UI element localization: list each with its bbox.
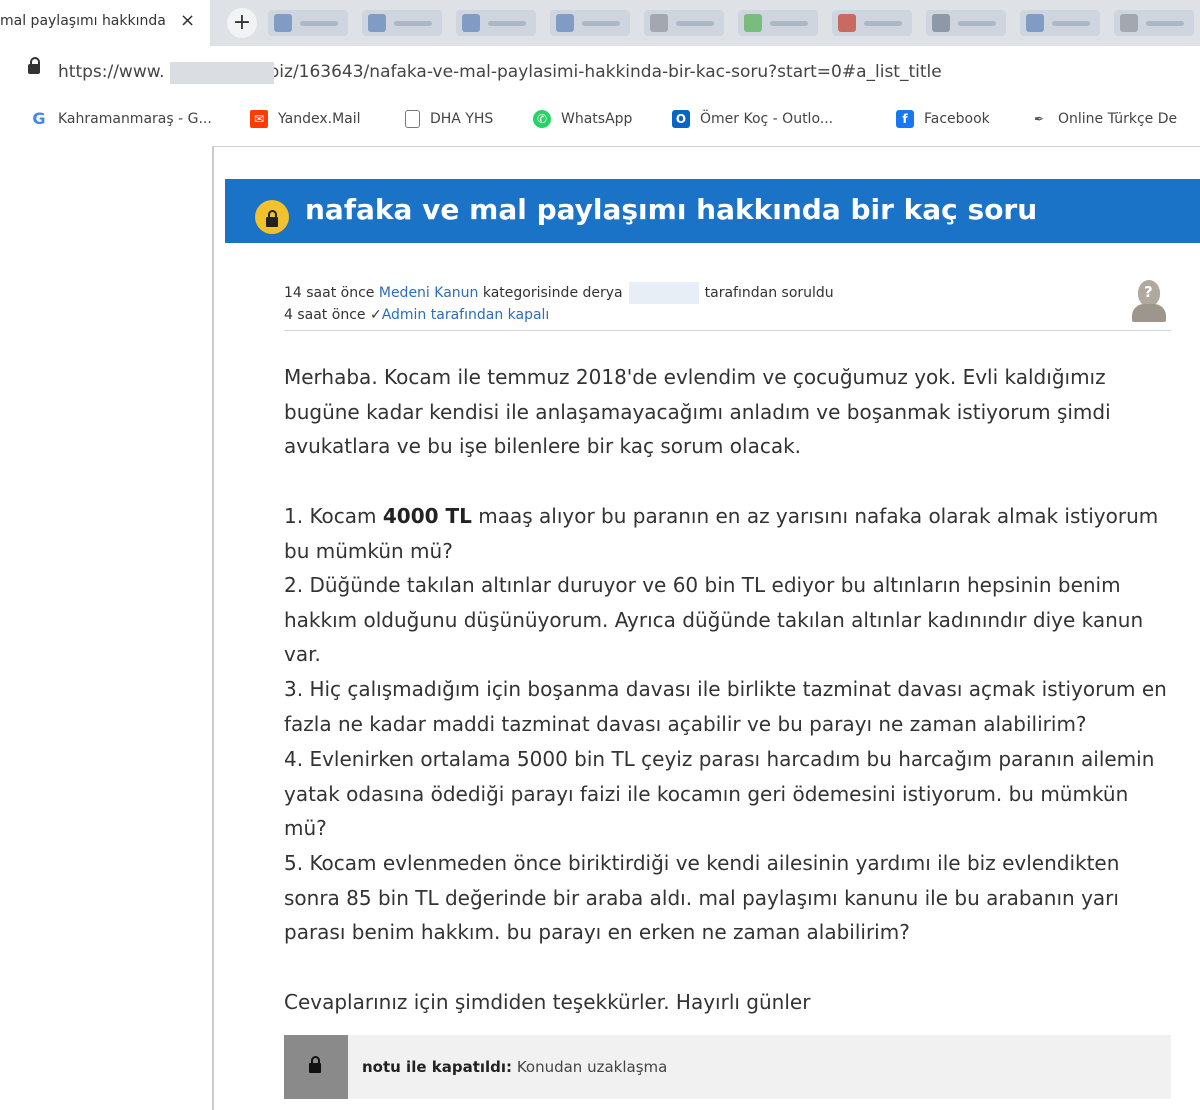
- redacted-domain: [170, 62, 274, 84]
- lock-icon: [255, 200, 289, 234]
- google-icon: G: [30, 110, 48, 128]
- bookmark-online-turkce[interactable]: ✒ Online Türkçe De: [1030, 110, 1177, 128]
- question-intro: Merhaba. Kocam ile temmuz 2018'de evlend…: [284, 365, 1111, 459]
- bookmark-facebook[interactable]: f Facebook: [896, 110, 990, 128]
- active-tab[interactable]: mal paylaşımı hakkında ×: [0, 0, 210, 46]
- admin-link[interactable]: Admin tarafından kapalı: [382, 307, 550, 323]
- question-item-5: 5. Kocam evlenmeden önce biriktirdiği ve…: [284, 851, 1120, 945]
- url-prefix: https://www.: [58, 62, 165, 82]
- bookmark-outlook[interactable]: O Ömer Koç - Outlo...: [672, 110, 833, 128]
- background-tab[interactable]: [832, 10, 912, 36]
- question-closing: Cevaplarınız için şimdiden teşekkürler. …: [284, 990, 811, 1014]
- redacted-username[interactable]: [628, 282, 699, 304]
- background-tab[interactable]: [738, 10, 818, 36]
- facebook-icon: f: [896, 110, 914, 128]
- bookmark-dha-yhs[interactable]: DHA YHS: [405, 110, 493, 128]
- url-path: biz/163643/nafaka-ve-mal-paylasimi-hakki…: [268, 62, 942, 82]
- category-link[interactable]: Medeni Kanun: [379, 285, 479, 301]
- divider: [284, 330, 1171, 331]
- asked-meta: 14 saat önce Medeni Kanun kategorisinde …: [284, 282, 834, 304]
- closed-meta: 4 saat önce ✓Admin tarafından kapalı: [284, 307, 550, 323]
- outlook-icon: O: [672, 110, 690, 128]
- question-item-1: 1. Kocam 4000 TL maaş alıyor bu paranın …: [284, 504, 1159, 563]
- question-item-4: 4. Evlenirken ortalama 5000 bin TL çeyiz…: [284, 747, 1155, 841]
- closed-note: notu ile kapatıldı: Konudan uzaklaşma: [362, 1058, 668, 1076]
- new-tab-button[interactable]: +: [227, 8, 257, 38]
- close-icon[interactable]: ×: [180, 10, 195, 31]
- whatsapp-icon: ✆: [533, 110, 551, 128]
- tab-title: mal paylaşımı hakkında: [0, 13, 166, 29]
- question-item-3: 3. Hiç çalışmadığım için boşanma davası …: [284, 677, 1167, 736]
- background-tab[interactable]: [926, 10, 1006, 36]
- background-tab[interactable]: [1020, 10, 1100, 36]
- bookmark-yandex-mail[interactable]: ✉ Yandex.Mail: [250, 110, 361, 128]
- background-tab[interactable]: [268, 10, 348, 36]
- background-tab[interactable]: [550, 10, 630, 36]
- bookmark-kahramanmaras[interactable]: G Kahramanmaraş - G...: [30, 110, 212, 128]
- avatar[interactable]: ?: [1130, 280, 1168, 324]
- feather-icon: ✒: [1030, 110, 1048, 128]
- lock-icon: [309, 1056, 321, 1073]
- mail-icon: ✉: [250, 110, 268, 128]
- check-icon: ✓: [369, 307, 382, 323]
- background-tab[interactable]: [456, 10, 536, 36]
- question-title: nafaka ve mal paylaşımı hakkında bir kaç…: [305, 193, 1038, 226]
- bookmark-whatsapp[interactable]: ✆ WhatsApp: [533, 110, 632, 128]
- background-tab[interactable]: [362, 10, 442, 36]
- document-icon: [405, 110, 420, 128]
- background-tab[interactable]: [644, 10, 724, 36]
- question-item-2: 2. Düğünde takılan altınlar duruyor ve 6…: [284, 573, 1144, 667]
- background-tab[interactable]: [1114, 10, 1194, 36]
- left-sidebar: [0, 146, 214, 1110]
- lock-icon[interactable]: [28, 57, 40, 74]
